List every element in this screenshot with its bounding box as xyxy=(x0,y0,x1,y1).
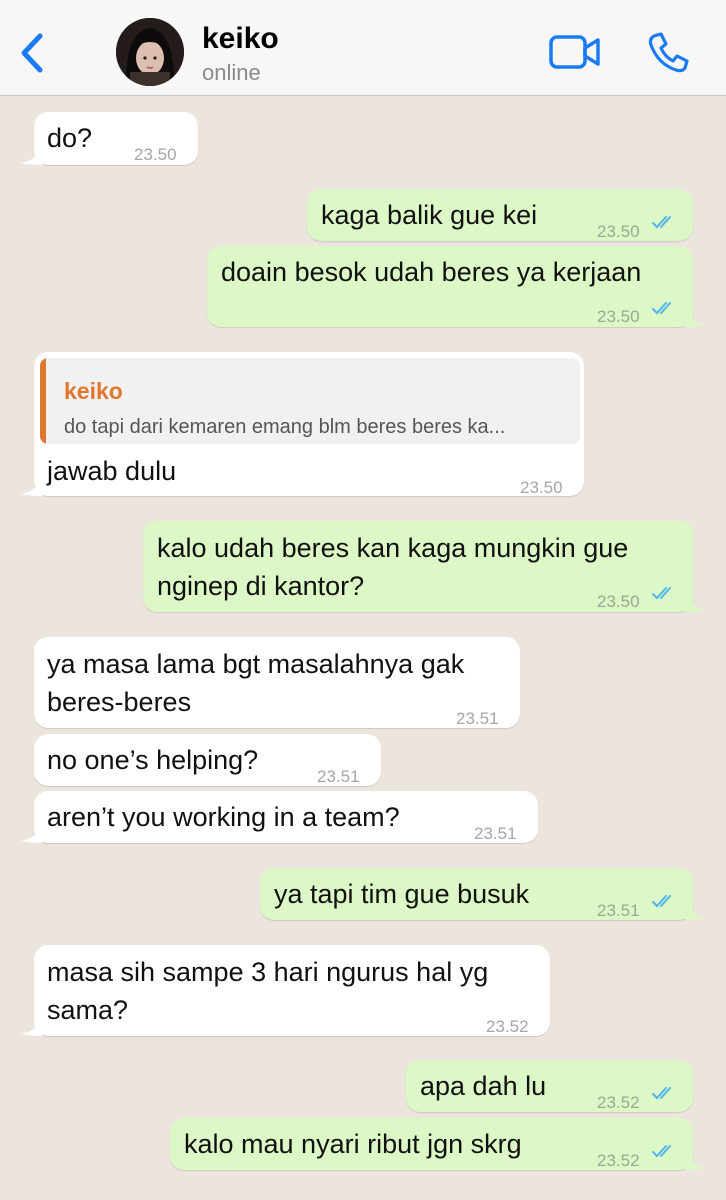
quote-text: do tapi dari kemaren emang blm beres ber… xyxy=(64,416,506,438)
phone-icon xyxy=(648,32,689,73)
message-text: aren’t you working in a team? xyxy=(47,802,400,832)
message-bubble-outgoing[interactable]: doain besok udah beres ya kerjaan 23.50 xyxy=(207,246,707,327)
avatar[interactable] xyxy=(116,18,184,86)
message-bubble-outgoing[interactable]: apa dah lu 23.52 xyxy=(406,1060,693,1112)
message-bubble-incoming[interactable]: ya masa lama bgt masalahnya gak beres-be… xyxy=(34,637,520,728)
double-check-icon xyxy=(652,302,671,315)
bubble-tail xyxy=(685,902,707,920)
back-button[interactable] xyxy=(14,30,50,76)
message-time: 23.52 xyxy=(597,1093,640,1112)
message-bubble-incoming[interactable]: masa sih sampe 3 hari ngurus hal yg sama… xyxy=(20,945,550,1036)
message-text: kaga balik gue kei xyxy=(321,200,538,230)
voice-call-button[interactable] xyxy=(646,30,690,74)
message-text: do? xyxy=(47,123,93,153)
message-text: no one’s helping? xyxy=(47,745,259,775)
message-text: apa dah lu xyxy=(420,1071,547,1101)
message-bubble-outgoing[interactable]: kaga balik gue kei 23.50 xyxy=(307,189,693,241)
bubble-tail xyxy=(685,594,707,612)
bubble-tail xyxy=(20,1018,42,1036)
message-text-line: beres-beres xyxy=(47,687,192,717)
message-bubble-outgoing[interactable]: kalo mau nyari ribut jgn skrg 23.52 xyxy=(170,1118,707,1170)
message-bubble-outgoing[interactable]: kalo udah beres kan kaga mungkin gue ngi… xyxy=(143,521,707,612)
message-text: doain besok udah beres ya kerjaan xyxy=(221,257,642,287)
quoted-message[interactable]: keiko do tapi dari kemaren emang blm ber… xyxy=(40,358,580,444)
avatar-image xyxy=(116,18,184,86)
video-call-button[interactable] xyxy=(548,32,602,72)
message-text-line: kalo udah beres kan kaga mungkin gue xyxy=(157,533,629,563)
bubble-tail xyxy=(685,1152,707,1170)
message-time: 23.51 xyxy=(456,709,499,728)
message-text-line: ya masa lama bgt masalahnya gak xyxy=(47,649,465,679)
quote-accent-bar xyxy=(40,358,46,444)
message-text: jawab dulu xyxy=(47,456,177,486)
message-bubble-incoming[interactable]: do? 23.50 xyxy=(20,112,198,165)
message-text-line: sama? xyxy=(47,995,129,1025)
message-time: 23.50 xyxy=(597,307,640,326)
double-check-icon xyxy=(652,895,671,908)
message-text: kalo mau nyari ribut jgn skrg xyxy=(184,1129,522,1159)
bubble-tail xyxy=(20,147,42,165)
message-time: 23.52 xyxy=(486,1017,529,1036)
message-bubble-incoming[interactable]: aren’t you working in a team? 23.51 xyxy=(20,791,538,843)
bubble-tail xyxy=(685,309,707,327)
message-time: 23.50 xyxy=(520,478,563,497)
contact-status: online xyxy=(202,60,261,85)
message-text: ya tapi tim gue busuk xyxy=(274,879,530,909)
message-bubble-incoming[interactable]: no one’s helping? 23.51 xyxy=(34,734,381,786)
bubble-tail xyxy=(20,825,42,843)
message-time: 23.52 xyxy=(597,1151,640,1170)
quote-author: keiko xyxy=(64,378,123,404)
video-camera-icon xyxy=(549,35,600,69)
double-check-icon xyxy=(652,1087,671,1100)
message-bubble-outgoing[interactable]: ya tapi tim gue busuk 23.51 xyxy=(260,868,707,920)
message-time: 23.51 xyxy=(597,901,640,920)
bubble-tail xyxy=(20,478,42,496)
message-time: 23.51 xyxy=(474,824,517,843)
double-check-icon xyxy=(652,1145,671,1158)
message-text-line: masa sih sampe 3 hari ngurus hal yg xyxy=(47,957,489,987)
double-check-icon xyxy=(652,216,671,229)
chevron-left-icon xyxy=(21,33,43,73)
message-time: 23.50 xyxy=(134,145,177,164)
contact-name[interactable]: keiko xyxy=(202,22,279,56)
message-time: 23.50 xyxy=(597,592,640,611)
chat-header: keiko online xyxy=(0,0,726,96)
message-bubble-incoming-reply[interactable]: keiko do tapi dari kemaren emang blm ber… xyxy=(20,352,584,497)
message-text-line: nginep di kantor? xyxy=(157,571,365,601)
double-check-icon xyxy=(652,587,671,600)
